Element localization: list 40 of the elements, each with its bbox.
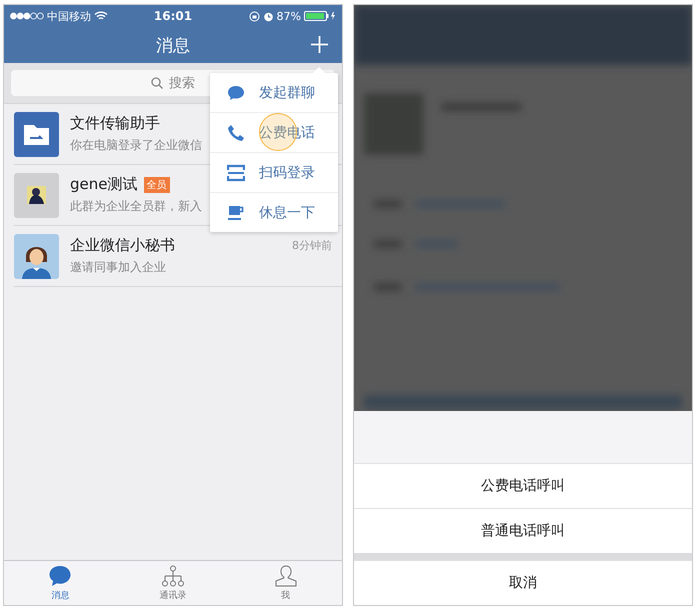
tab[interactable]: 我	[229, 561, 342, 605]
chat-name: gene测试	[70, 175, 138, 194]
chat-tag: 全员	[144, 176, 170, 192]
carrier: 中国移动	[47, 8, 91, 24]
tab[interactable]: 通讯录	[116, 561, 230, 605]
cancel-button[interactable]: 取消	[354, 560, 692, 605]
person-avatar-icon	[14, 234, 59, 278]
menu-label: 休息一下	[259, 204, 315, 222]
status-time: 16:01	[154, 9, 192, 23]
search-icon	[151, 77, 163, 89]
scan-icon	[227, 164, 245, 182]
chat-preview: 此群为企业全员群，新入	[70, 198, 202, 215]
battery-icon	[304, 11, 336, 21]
call-option-button[interactable]: 公费电话呼叫	[354, 463, 692, 508]
menu-item[interactable]: 扫码登录	[210, 153, 338, 193]
wifi-icon	[94, 11, 108, 21]
chat-preview: 邀请同事加入企业	[70, 259, 166, 276]
org-chart-icon	[161, 564, 185, 586]
chat-name: 企业微信小秘书	[70, 236, 175, 255]
alarm-icon	[262, 10, 274, 22]
nav-title: 消息	[156, 34, 190, 56]
cup-icon	[227, 204, 245, 222]
battery-percent: 87%	[276, 10, 301, 22]
tab[interactable]: 消息	[4, 561, 117, 605]
chat-time: 8分钟前	[292, 238, 332, 253]
phone-icon	[227, 124, 245, 142]
group-avatar-icon	[14, 172, 59, 218]
person-icon	[274, 564, 298, 586]
plus-icon[interactable]	[311, 36, 328, 53]
search-placeholder: 搜索	[169, 75, 195, 92]
rotation-lock-icon	[248, 10, 260, 22]
signal-icon	[10, 12, 44, 20]
speech-bubble-icon	[48, 564, 72, 586]
chat-preview: 你在电脑登录了企业微信	[70, 137, 202, 154]
speech-bubble-icon	[227, 84, 245, 102]
menu-label: 扫码登录	[259, 164, 315, 182]
call-option-button[interactable]: 普通电话呼叫	[354, 508, 692, 553]
menu-item[interactable]: 发起群聊	[210, 73, 338, 113]
folder-avatar-icon	[14, 112, 59, 156]
chat-name: 文件传输助手	[70, 114, 160, 133]
